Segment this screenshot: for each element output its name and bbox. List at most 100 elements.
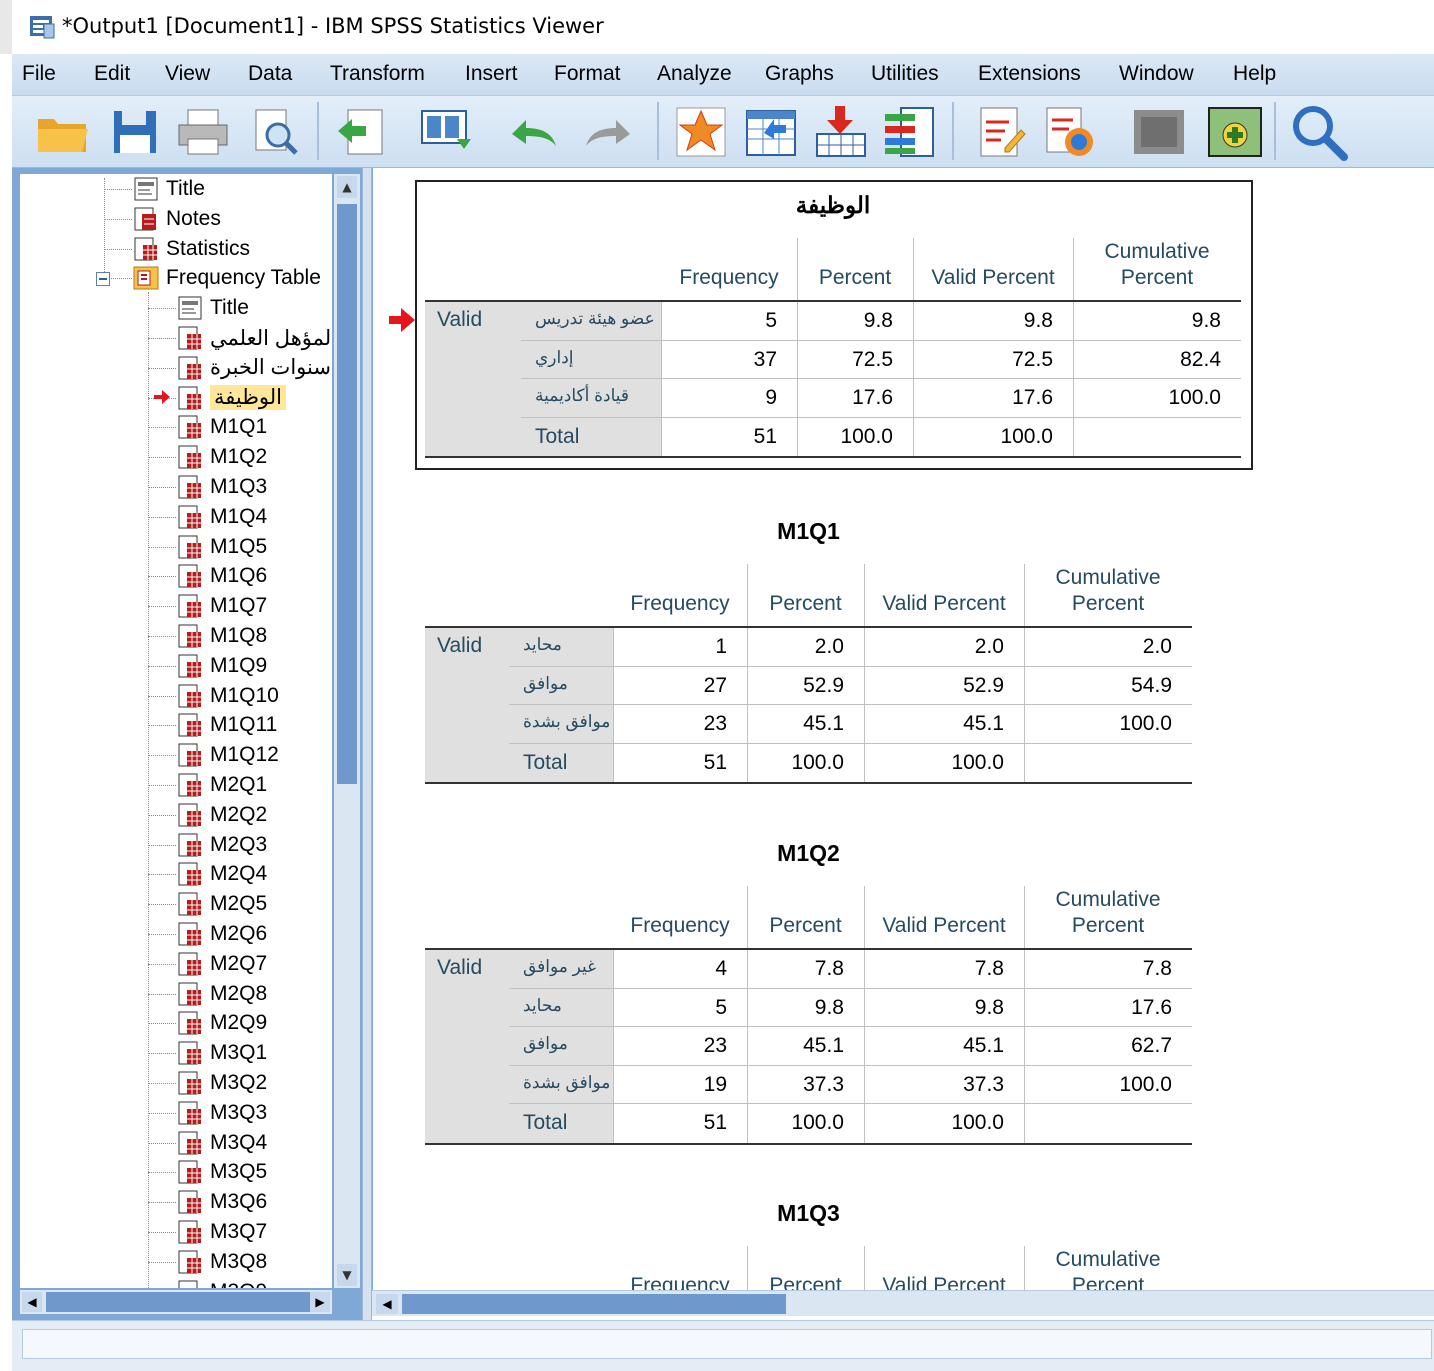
- navigator-item[interactable]: Statistics: [132, 236, 250, 262]
- menu-graphs[interactable]: Graphs: [765, 62, 834, 86]
- navigator-item[interactable]: M3Q5: [176, 1159, 267, 1185]
- search-icon[interactable]: [1288, 102, 1350, 162]
- goto-case-icon[interactable]: [740, 102, 802, 162]
- cell-percent: 45.1: [803, 1034, 844, 1057]
- valid-label: Valid: [437, 308, 483, 331]
- grid-line: [747, 705, 748, 744]
- navigator-item[interactable]: M1Q11: [176, 712, 277, 738]
- pane-splitter[interactable]: [362, 168, 372, 1320]
- scrollbar-thumb[interactable]: [46, 1292, 316, 1312]
- menu-file[interactable]: File: [22, 62, 56, 86]
- navigator-item[interactable]: M1Q2: [176, 444, 267, 470]
- table-icon: [178, 1220, 201, 1244]
- goto-variable-icon[interactable]: [810, 102, 872, 162]
- navigator-item[interactable]: M2Q9: [176, 1010, 267, 1036]
- save-icon[interactable]: [104, 102, 166, 162]
- output-content-pane[interactable]: الوظيفة Frequency Percent Valid Percent Cumu…: [372, 168, 1434, 1290]
- navigator-item[interactable]: M3Q3: [176, 1100, 267, 1126]
- menu-data[interactable]: Data: [248, 62, 292, 86]
- insert-output-icon[interactable]: [1204, 102, 1266, 162]
- undo-icon[interactable]: [502, 102, 564, 162]
- scroll-down-arrow-icon[interactable]: ▼: [337, 1264, 357, 1286]
- menu-utilities[interactable]: Utilities: [871, 62, 939, 86]
- cell-cumulative: 17.6: [1131, 995, 1172, 1019]
- navigator-item[interactable]: الوظيفة: [176, 385, 287, 411]
- menu-help[interactable]: Help: [1233, 62, 1276, 86]
- navigator-item-label: M2Q9: [210, 1011, 268, 1035]
- navigator-item[interactable]: Title: [176, 295, 249, 321]
- scroll-left-arrow-icon[interactable]: ◀: [376, 1294, 398, 1314]
- navigator-item[interactable]: M2Q2: [176, 802, 267, 828]
- navigator-item[interactable]: M3Q1: [176, 1040, 267, 1066]
- navigator-item[interactable]: M2Q8: [176, 981, 267, 1007]
- menu-format[interactable]: Format: [554, 62, 621, 86]
- grid-line: [797, 238, 798, 300]
- grid-line: [1024, 666, 1025, 705]
- navigator-item[interactable]: سنوات الخبرة: [176, 355, 331, 381]
- navigator-item[interactable]: M1Q9: [176, 653, 267, 679]
- navigator-item[interactable]: M1Q10: [176, 683, 279, 709]
- current-output-arrow-icon: [389, 308, 415, 332]
- navigator-item[interactable]: M1Q8: [176, 623, 267, 649]
- navigator-item[interactable]: M3Q8: [176, 1249, 267, 1275]
- menu-extensions[interactable]: Extensions: [978, 62, 1081, 86]
- cell-frequency: 5: [715, 995, 727, 1019]
- menu-analyze[interactable]: Analyze: [657, 62, 732, 86]
- print-preview-icon[interactable]: [244, 102, 306, 162]
- goto-data-icon[interactable]: [670, 102, 732, 162]
- scrollbar-thumb[interactable]: [402, 1294, 786, 1314]
- navigator-item[interactable]: M1Q5: [176, 534, 267, 560]
- scroll-right-arrow-icon[interactable]: ▶: [310, 1292, 330, 1312]
- scroll-up-arrow-icon[interactable]: ▲: [337, 176, 357, 198]
- navigator-item[interactable]: M1Q4: [176, 504, 267, 530]
- export-icon[interactable]: [330, 102, 392, 162]
- menu-edit[interactable]: Edit: [94, 62, 130, 86]
- menu-insert[interactable]: Insert: [465, 62, 518, 86]
- grid-line: [509, 1026, 1192, 1027]
- navigator-item[interactable]: M3Q2: [176, 1070, 267, 1096]
- menu-transform[interactable]: Transform: [330, 62, 425, 86]
- navigator-item[interactable]: Frequency Table: [132, 265, 321, 291]
- hide-icon[interactable]: [1128, 102, 1190, 162]
- navigator-item[interactable]: M2Q3: [176, 832, 267, 858]
- tree-line: [148, 1261, 176, 1263]
- row-label: موافق: [523, 673, 568, 693]
- navigator-item[interactable]: M2Q1: [176, 772, 267, 798]
- navigator-item[interactable]: M2Q6: [176, 921, 267, 947]
- navigator-item[interactable]: M1Q12: [176, 742, 279, 768]
- navigator-item-label: M2Q2: [210, 802, 268, 826]
- navigator-item[interactable]: M1Q7: [176, 593, 267, 619]
- navigator-item[interactable]: M1Q1: [176, 414, 267, 440]
- scrollbar-thumb[interactable]: [337, 204, 357, 784]
- navigator-item[interactable]: M3Q9: [176, 1279, 267, 1288]
- navigator-item[interactable]: M2Q4: [176, 861, 267, 887]
- open-icon[interactable]: [32, 102, 94, 162]
- variables-icon[interactable]: [878, 102, 940, 162]
- navigator-item[interactable]: M3Q4: [176, 1130, 267, 1156]
- navigator-item[interactable]: Notes: [132, 206, 221, 232]
- redo-icon[interactable]: [578, 102, 640, 162]
- collapse-toggle[interactable]: [96, 272, 110, 286]
- navigator-item[interactable]: M3Q7: [176, 1219, 267, 1245]
- recall-dialog-icon[interactable]: [416, 102, 478, 162]
- navigator-item[interactable]: M1Q6: [176, 563, 267, 589]
- row-label: موافق بشدة: [523, 1072, 611, 1092]
- navigator-item[interactable]: M2Q5: [176, 891, 267, 917]
- print-icon[interactable]: [172, 102, 234, 162]
- grid-line: [864, 988, 865, 1027]
- output-navigator[interactable]: Title Notes Statistics Frequency Table Title…: [20, 174, 332, 1288]
- content-horizontal-scrollbar[interactable]: ◀: [372, 1290, 1434, 1316]
- navigator-item[interactable]: M3Q6: [176, 1189, 267, 1215]
- navigator-item[interactable]: M2Q7: [176, 951, 267, 977]
- designate-window-icon[interactable]: [1038, 102, 1100, 162]
- scroll-left-arrow-icon[interactable]: ◀: [22, 1292, 42, 1312]
- navigator-item[interactable]: المؤهل العلمي: [176, 325, 332, 351]
- navigator-item[interactable]: M1Q3: [176, 474, 267, 500]
- navigator-item[interactable]: Title: [132, 176, 205, 202]
- navigator-horizontal-scrollbar[interactable]: ◀ ▶: [20, 1290, 332, 1314]
- menu-window[interactable]: Window: [1119, 62, 1194, 86]
- grid-line: [913, 238, 914, 300]
- show-all-icon[interactable]: [970, 102, 1032, 162]
- menu-view[interactable]: View: [165, 62, 210, 86]
- navigator-vertical-scrollbar[interactable]: ▲ ▼: [334, 174, 360, 1288]
